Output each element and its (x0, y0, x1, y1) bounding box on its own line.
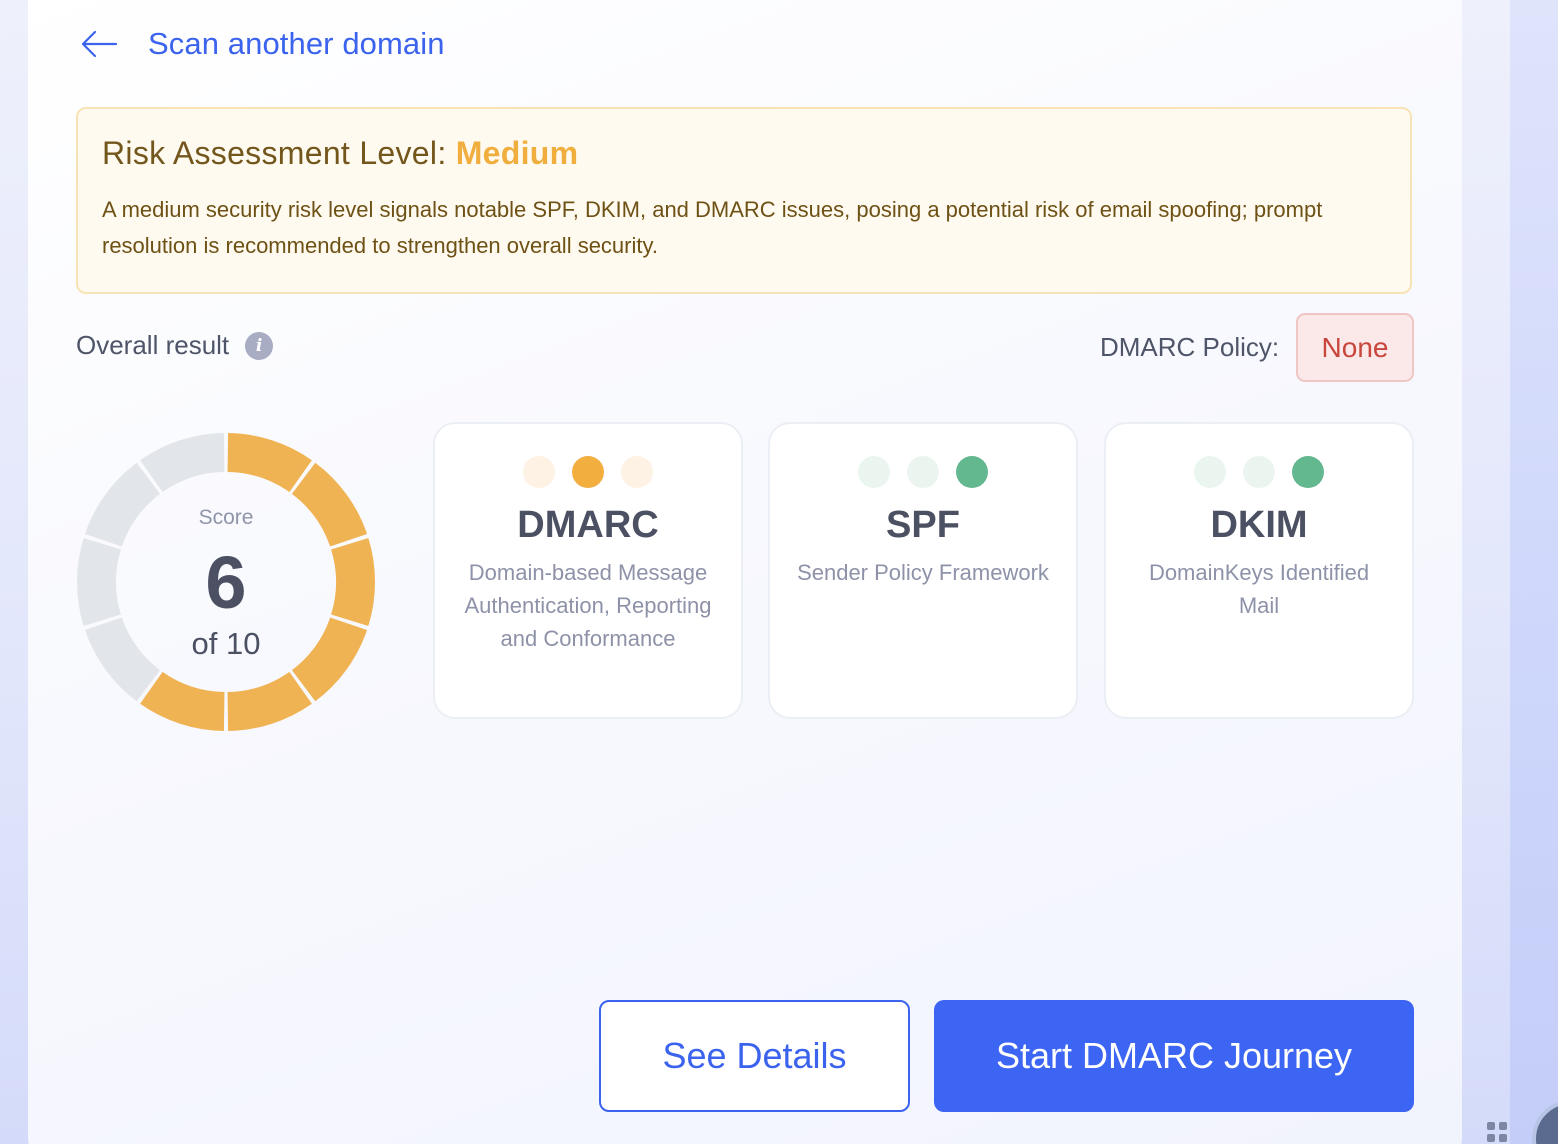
status-dots (1106, 456, 1412, 488)
card-title: SPF (886, 504, 960, 546)
drag-handle-icon[interactable] (1487, 1122, 1507, 1142)
risk-level-value: Medium (455, 135, 579, 171)
score-of-total: of 10 (191, 626, 261, 661)
status-dot (1194, 456, 1226, 488)
status-dot (572, 456, 604, 488)
status-dot (858, 456, 890, 488)
overall-result-header: Overall result i (76, 330, 274, 361)
status-dot (1243, 456, 1275, 488)
card-dkim[interactable]: DKIM DomainKeys Identified Mail (1104, 422, 1414, 719)
back-link-label: Scan another domain (148, 26, 445, 61)
risk-assessment-box: Risk Assessment Level: Medium A medium s… (76, 107, 1412, 294)
status-dot (907, 456, 939, 488)
card-spf[interactable]: SPF Sender Policy Framework (768, 422, 1078, 719)
score-label: Score (198, 506, 254, 529)
risk-title-prefix: Risk Assessment Level: (102, 135, 447, 171)
score-center: Score 6 of 10 (76, 432, 376, 732)
dmarc-policy-label: DMARC Policy: (1100, 332, 1280, 362)
status-dot (1292, 456, 1324, 488)
status-dot (523, 456, 555, 488)
status-dots (770, 456, 1076, 488)
overall-result-label: Overall result (76, 330, 230, 360)
risk-description: A medium security risk level signals not… (102, 197, 1323, 258)
score-value: 6 (205, 541, 247, 624)
card-title: DMARC (517, 504, 659, 546)
card-dmarc[interactable]: DMARC Domain-based Message Authenticatio… (433, 422, 743, 719)
status-dot (621, 456, 653, 488)
status-dot (956, 456, 988, 488)
start-dmarc-journey-button[interactable]: Start DMARC Journey (934, 1000, 1414, 1112)
scan-another-domain-link[interactable]: Scan another domain (80, 26, 445, 62)
card-title: DKIM (1210, 504, 1308, 546)
background-strip (1510, 0, 1558, 1144)
card-description: DomainKeys Identified Mail (1148, 560, 1370, 618)
arrow-left-icon (81, 30, 118, 58)
info-icon[interactable]: i (245, 331, 274, 360)
see-details-button[interactable]: See Details (599, 1000, 910, 1112)
card-description: Sender Policy Framework (797, 560, 1049, 585)
status-dots (435, 456, 741, 488)
card-description: Domain-based Message Authentication, Rep… (464, 560, 712, 651)
dmarc-policy-badge: None (1296, 313, 1414, 382)
risk-assessment-title: Risk Assessment Level: Medium (102, 135, 1386, 172)
